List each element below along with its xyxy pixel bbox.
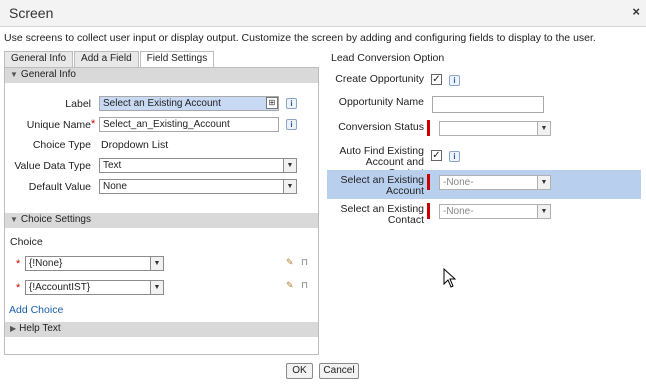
required-indicator: * [16,258,21,270]
existing-account-label-line2: Account [386,185,424,197]
unique-name-label: Unique Name [26,119,91,131]
opportunity-name-label: Opportunity Name [338,96,424,108]
existing-contact-select[interactable]: -None- ▼ [439,204,551,219]
default-value-label: Default Value [28,181,91,193]
triangle-down-icon: ▼ [10,70,18,79]
add-choice-link[interactable]: Add Choice [9,304,63,316]
trash-icon[interactable]: ⊓ [301,280,308,291]
chevron-down-icon: ▼ [150,257,163,270]
info-icon[interactable]: i [286,119,297,130]
required-bar [427,203,430,219]
resource-picker-icon[interactable]: ⊞ [266,97,278,109]
choice-value-2: {!AccountIST} [29,282,91,293]
chevron-down-icon: ▼ [283,159,296,172]
mouse-pointer-icon [443,268,457,288]
chevron-down-icon: ▼ [537,205,550,218]
chevron-down-icon: ▼ [150,281,163,294]
field-settings-panel: ▼General Info Label ⊞ i Unique Name * i … [4,67,319,355]
default-value-value: None [103,181,127,192]
tab-add-a-field[interactable]: Add a Field [74,51,139,67]
info-icon[interactable]: i [286,98,297,109]
dialog-titlebar: Screen × [0,0,646,27]
dialog-description: Use screens to collect user input or dis… [4,32,596,44]
lead-conversion-header: Lead Conversion Option [331,52,445,64]
dialog-title: Screen [9,5,54,21]
close-icon[interactable]: × [632,4,640,19]
ok-button[interactable]: OK [286,363,313,379]
unique-name-input[interactable] [99,117,279,132]
choice-select-2[interactable]: {!AccountIST} ▼ [25,280,164,295]
general-info-header-label: General Info [20,69,76,80]
required-bar [427,120,430,136]
trash-icon[interactable]: ⊓ [301,257,308,268]
choice-type-label: Choice Type [32,139,91,151]
choice-type-value: Dropdown List [101,139,169,151]
choice-value-1: {!None} [29,258,63,269]
general-info-section-header[interactable]: ▼ General Info [5,68,318,83]
conversion-status-select[interactable]: ▼ [439,121,551,136]
existing-account-label: Select an Existing Account [330,175,424,197]
chevron-down-icon: ▼ [537,176,550,189]
triangle-right-icon: ▶ [10,324,17,333]
opportunity-name-input[interactable] [432,96,544,113]
tab-field-settings[interactable]: Field Settings [139,51,215,68]
info-icon[interactable]: i [449,75,460,86]
existing-account-select[interactable]: -None- ▼ [439,175,551,190]
label-input[interactable] [99,96,279,111]
choice-select-1[interactable]: {!None} ▼ [25,256,164,271]
existing-contact-value: -None- [443,206,474,217]
auto-find-checkbox[interactable]: ✓ [431,150,442,161]
existing-account-value: -None- [443,177,474,188]
required-indicator: * [91,118,96,130]
conversion-status-label: Conversion Status [338,121,424,133]
label-field-label: Label [65,98,91,110]
choice-settings-header-label: Choice Settings [20,214,91,225]
existing-contact-label: Select an Existing Contact [330,204,424,226]
value-data-type-value: Text [103,160,122,171]
pencil-icon[interactable]: ✎ [286,257,294,268]
triangle-down-icon: ▼ [10,215,18,224]
required-bar [427,174,430,190]
default-value-select[interactable]: None ▼ [99,179,297,194]
value-data-type-select[interactable]: Text ▼ [99,158,297,173]
chevron-down-icon: ▼ [537,122,550,135]
help-text-header-label: Help Text [19,323,61,334]
tab-bar: General Info Add a Field Field Settings [4,51,215,68]
value-data-type-label: Value Data Type [14,160,91,172]
pencil-icon[interactable]: ✎ [286,280,294,291]
chevron-down-icon: ▼ [283,180,296,193]
required-indicator: * [16,282,21,294]
info-icon[interactable]: i [449,151,460,162]
tab-general-info[interactable]: General Info [4,51,74,67]
choice-settings-section-header[interactable]: ▼ Choice Settings [5,213,318,228]
help-text-section-header[interactable]: ▶ Help Text [5,322,318,337]
existing-contact-label-line2: Contact [387,214,424,226]
cancel-button[interactable]: Cancel [319,363,359,379]
create-opportunity-label: Create Opportunity [335,73,424,85]
create-opportunity-checkbox[interactable]: ✓ [431,74,442,85]
choice-label: Choice [10,236,43,248]
